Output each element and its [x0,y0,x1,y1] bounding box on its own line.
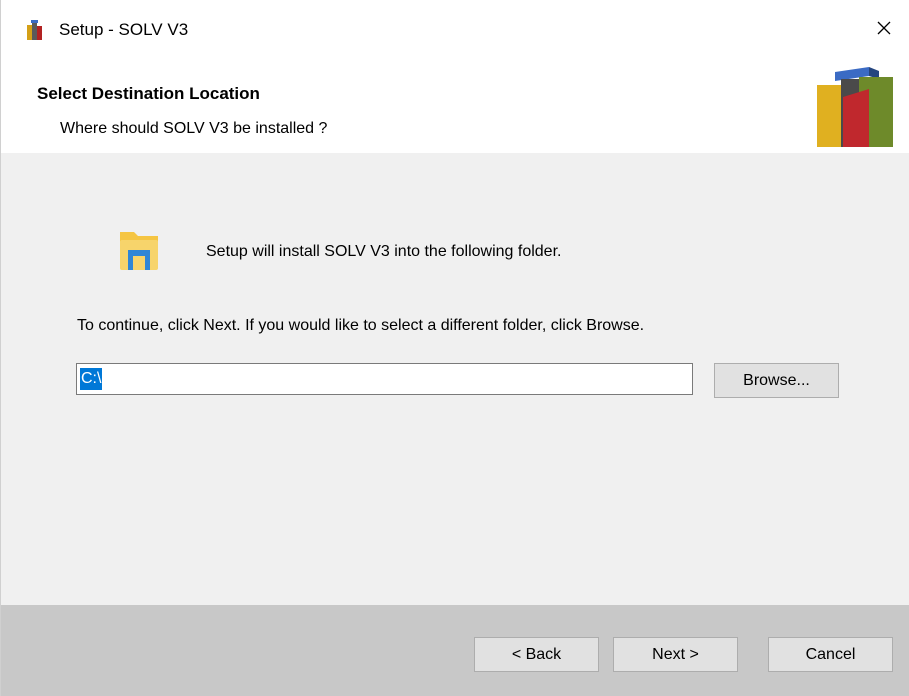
page-subtitle: Where should SOLV V3 be installed ? [60,120,328,137]
books-logo-icon [807,67,897,147]
destination-path-input[interactable]: C:\ [76,363,693,395]
browse-button[interactable]: Browse... [714,363,839,398]
wizard-body: Setup will install SOLV V3 into the foll… [1,153,909,605]
close-icon [876,20,892,41]
path-value: C:\ [80,368,103,390]
cancel-button[interactable]: Cancel [768,637,893,672]
page-title: Select Destination Location [37,84,260,103]
wizard-header: Select Destination Location Where should… [1,67,909,153]
setup-window: Setup - SOLV V3 Select Destination Locat… [0,0,909,696]
button-bar: < Back Next > Cancel [1,605,909,696]
close-button[interactable] [859,0,909,60]
title-bar: Setup - SOLV V3 [1,0,909,67]
continue-instructions: To continue, click Next. If you would li… [77,317,645,334]
window-title: Setup - SOLV V3 [59,20,189,39]
app-books-icon [23,17,47,41]
install-description: Setup will install SOLV V3 into the foll… [206,243,562,260]
next-button[interactable]: Next > [613,637,738,672]
back-button[interactable]: < Back [474,637,599,672]
folder-icon [118,226,160,272]
